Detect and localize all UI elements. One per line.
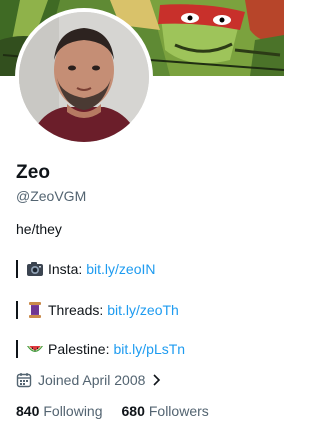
follow-stats: 840 Following 680 Followers: [16, 402, 209, 420]
following-link[interactable]: 840 Following: [16, 403, 103, 419]
joined-date-text: Joined April 2008: [38, 372, 146, 388]
bio-link-threads[interactable]: bit.ly/zeoTh: [107, 302, 179, 318]
bio-line-threads: Threads: bit.ly/zeoTh: [16, 300, 179, 320]
avatar[interactable]: [15, 8, 153, 146]
joined-date-row[interactable]: Joined April 2008: [16, 371, 163, 389]
bio-label: Threads:: [48, 302, 104, 318]
bio-link-palestine[interactable]: bit.ly/pLsTn: [113, 341, 185, 357]
bio-divider-bar: [16, 340, 18, 358]
user-handle: @ZeoVGM: [16, 188, 87, 204]
bio-label: Palestine:: [48, 341, 110, 357]
following-label: Following: [43, 403, 103, 419]
watermelon-icon: [26, 340, 44, 358]
bio-line-palestine: Palestine: bit.ly/pLsTn: [16, 339, 185, 359]
followers-count: 680: [121, 403, 145, 419]
spool-of-thread-icon: [26, 301, 44, 319]
display-name: Zeo: [16, 162, 51, 183]
avatar-photo: [19, 12, 149, 142]
calendar-icon: [16, 372, 32, 388]
bio-divider-bar: [16, 260, 18, 278]
camera-icon: [26, 260, 44, 278]
bio-label: Insta:: [48, 261, 83, 277]
bio-line-insta: Insta: bit.ly/zeoIN: [16, 259, 156, 279]
followers-link[interactable]: 680 Followers: [122, 403, 209, 419]
following-count: 840: [16, 403, 40, 419]
bio-divider-bar: [16, 301, 18, 319]
bio-link-insta[interactable]: bit.ly/zeoIN: [86, 261, 155, 277]
chevron-right-icon: [149, 373, 163, 387]
followers-label: Followers: [148, 403, 209, 419]
bio-pronouns: he/they: [16, 221, 62, 237]
